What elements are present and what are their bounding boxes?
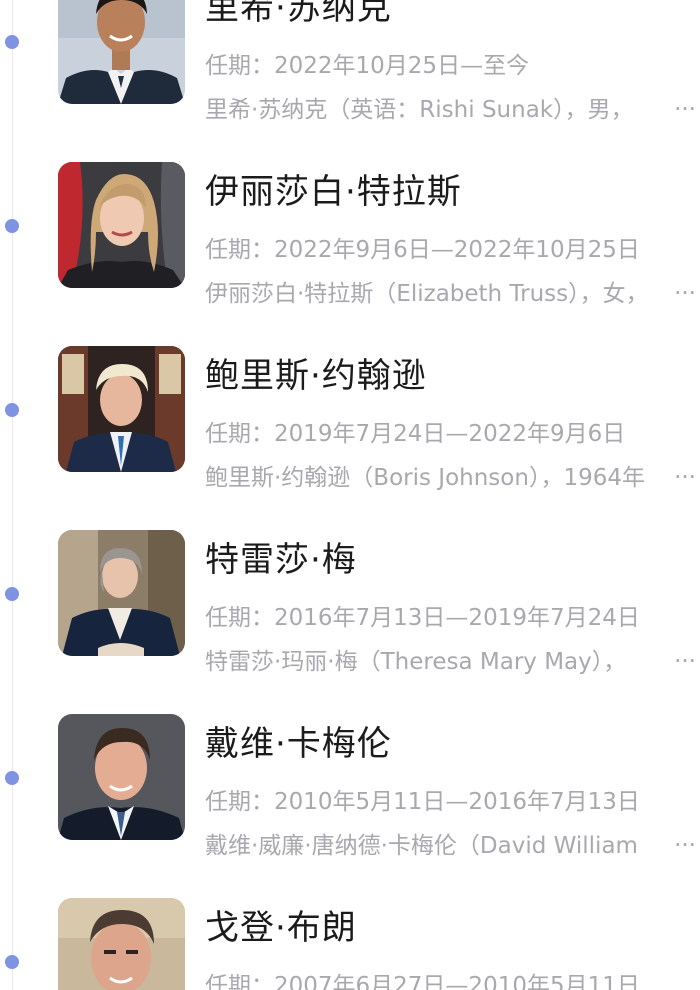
entry-description-ellipsis: ... [672, 642, 696, 668]
entry-term: 任期：2007年6月27日—2010年5月11日 [205, 973, 640, 990]
list-item[interactable]: 里希·苏纳克 任期：2022年10月25日—至今 里希·苏纳克（英语：Rishi… [0, 0, 700, 123]
entry-term: 任期：2010年5月11日—2016年7月13日 [205, 789, 640, 815]
timeline-dot [5, 587, 19, 601]
timeline-line [12, 0, 13, 990]
timeline-dot [5, 955, 19, 969]
entry-term: 任期：2022年10月25日—至今 [205, 53, 530, 79]
gordon-brown-portrait[interactable] [58, 898, 185, 990]
entry-term: 任期：2016年7月13日—2019年7月24日 [205, 605, 640, 631]
elizabeth-truss-portrait[interactable] [58, 162, 185, 288]
boris-johnson-portrait[interactable] [58, 346, 185, 472]
timeline-dot [5, 35, 19, 49]
list-item[interactable]: 戴维·卡梅伦 任期：2010年5月11日—2016年7月13日 戴维·威廉·唐纳… [0, 714, 700, 859]
prime-minister-timeline: 里希·苏纳克 任期：2022年10月25日—至今 里希·苏纳克（英语：Rishi… [0, 0, 700, 990]
entry-name[interactable]: 戈登·布朗 [205, 900, 357, 949]
list-item[interactable]: 伊丽莎白·特拉斯 任期：2022年9月6日—2022年10月25日 伊丽莎白·特… [0, 162, 700, 307]
list-item[interactable]: 鲍里斯·约翰逊 任期：2019年7月24日—2022年9月6日 鲍里斯·约翰逊（… [0, 346, 700, 491]
entry-description-ellipsis: ... [672, 274, 696, 300]
timeline-dot [5, 771, 19, 785]
entry-name[interactable]: 伊丽莎白·特拉斯 [205, 164, 462, 213]
list-item[interactable]: 戈登·布朗 任期：2007年6月27日—2010年5月11日 [0, 898, 700, 990]
rishi-sunak-portrait[interactable] [58, 0, 185, 104]
entry-description: 伊丽莎白·特拉斯（Elizabeth Truss），女， [205, 281, 649, 307]
timeline-dot [5, 403, 19, 417]
entry-description: 特雷莎·玛丽·梅（Theresa Mary May）， [205, 649, 627, 675]
list-item[interactable]: 特雷莎·梅 任期：2016年7月13日—2019年7月24日 特雷莎·玛丽·梅（… [0, 530, 700, 675]
entry-description: 鲍里斯·约翰逊（Boris Johnson），1964年 [205, 465, 645, 491]
entry-description-ellipsis: ... [672, 90, 696, 116]
entry-description-ellipsis: ... [672, 458, 696, 484]
timeline-dot [5, 219, 19, 233]
entry-name[interactable]: 鲍里斯·约翰逊 [205, 348, 427, 397]
entry-description: 戴维·威廉·唐纳德·卡梅伦（David William [205, 833, 638, 859]
theresa-may-portrait[interactable] [58, 530, 185, 656]
entry-name[interactable]: 特雷莎·梅 [205, 532, 357, 581]
david-cameron-portrait[interactable] [58, 714, 185, 840]
entry-name[interactable]: 里希·苏纳克 [205, 0, 392, 29]
entry-term: 任期：2022年9月6日—2022年10月25日 [205, 237, 640, 263]
entry-description-ellipsis: ... [672, 826, 696, 852]
entry-name[interactable]: 戴维·卡梅伦 [205, 716, 392, 765]
entry-term: 任期：2019年7月24日—2022年9月6日 [205, 421, 626, 447]
entry-description: 里希·苏纳克（英语：Rishi Sunak），男， [205, 97, 634, 123]
